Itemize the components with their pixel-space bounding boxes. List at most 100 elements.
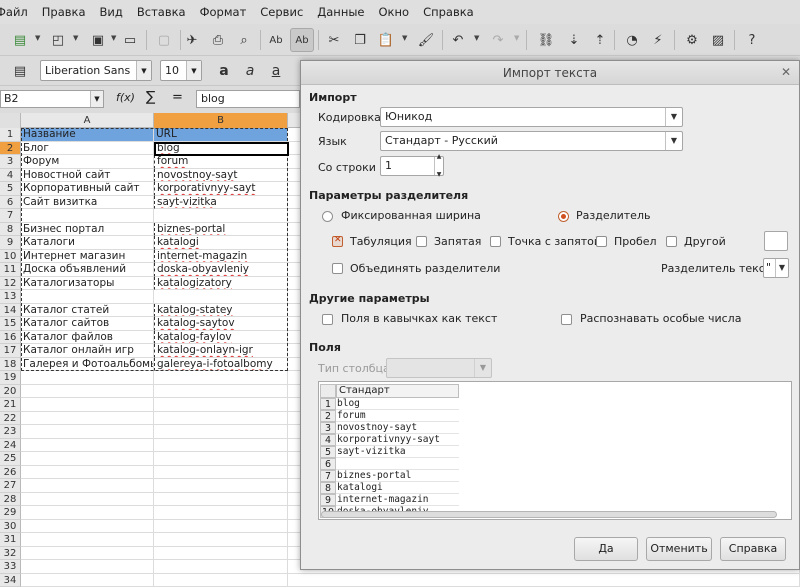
- export-pdf-icon[interactable]: ✈: [180, 28, 204, 52]
- chevron-down-icon[interactable]: ▼: [186, 61, 201, 80]
- cell-name[interactable]: Каталоги: [21, 236, 154, 250]
- cell-url[interactable]: doska-obyavleniy: [154, 263, 288, 277]
- cell-url[interactable]: katalog-onlayn-igr: [154, 344, 288, 358]
- encoding-select[interactable]: Юникод ▼: [380, 107, 683, 127]
- cell-name[interactable]: Новостной сайт: [21, 168, 154, 182]
- cancel-button[interactable]: Отменить: [646, 537, 712, 561]
- image-icon[interactable]: ▨: [706, 28, 730, 52]
- preview-cell[interactable]: [336, 458, 459, 470]
- row-header[interactable]: 17: [0, 344, 21, 358]
- new-dropdown-icon[interactable]: ▼: [35, 34, 40, 42]
- menu-item[interactable]: Правка: [35, 5, 93, 19]
- cell-url[interactable]: [154, 425, 288, 439]
- open-icon[interactable]: ◰: [46, 28, 70, 52]
- preview-cell[interactable]: blog: [336, 398, 459, 410]
- save-dropdown-icon[interactable]: ▼: [111, 34, 116, 42]
- cell-name[interactable]: Каталог онлайн игр: [21, 344, 154, 358]
- chart-icon[interactable]: ◔: [620, 28, 644, 52]
- cell-url[interactable]: novostnoy-sayt: [154, 168, 288, 182]
- cell-name[interactable]: [21, 479, 154, 493]
- cell-name[interactable]: [21, 452, 154, 466]
- preview-row-number[interactable]: 7: [320, 470, 336, 482]
- cell-url[interactable]: [154, 519, 288, 533]
- cell-url[interactable]: katalog-statey: [154, 303, 288, 317]
- cell-url[interactable]: [154, 506, 288, 520]
- cell-url[interactable]: [154, 560, 288, 574]
- from-row-spinner[interactable]: 1 ▲ ▼: [380, 153, 444, 178]
- row-header[interactable]: 8: [0, 222, 21, 236]
- space-checkbox[interactable]: [596, 236, 607, 247]
- edit-mode-icon[interactable]: ▢: [152, 28, 176, 52]
- sort-descending-icon[interactable]: ⇡: [588, 28, 612, 52]
- preview-horizontal-scrollbar[interactable]: [321, 511, 777, 518]
- row-header[interactable]: 33: [0, 560, 21, 574]
- language-select[interactable]: Стандарт - Русский ▼: [380, 131, 683, 151]
- preview-cell[interactable]: forum: [336, 410, 459, 422]
- cell-name[interactable]: Доска объявлений: [21, 263, 154, 277]
- font-size-combo[interactable]: 10 ▼: [160, 60, 202, 81]
- chevron-down-icon[interactable]: ▼: [90, 91, 103, 107]
- row-header[interactable]: 3: [0, 155, 21, 169]
- cell-name[interactable]: Каталог файлов: [21, 330, 154, 344]
- cell-name[interactable]: Интернет магазин: [21, 249, 154, 263]
- paste-icon[interactable]: 📋: [374, 28, 398, 52]
- menu-item[interactable]: Сервис: [253, 5, 310, 19]
- menu-item[interactable]: Формат: [193, 5, 254, 19]
- row-header[interactable]: 19: [0, 371, 21, 385]
- row-header[interactable]: 13: [0, 290, 21, 304]
- formula-icon[interactable]: =: [172, 90, 183, 105]
- preview-cell[interactable]: katalogi: [336, 482, 459, 494]
- menu-item[interactable]: Вставка: [130, 5, 193, 19]
- cell-url[interactable]: [154, 533, 288, 547]
- row-header[interactable]: 10: [0, 249, 21, 263]
- cell-name[interactable]: Каталогизаторы: [21, 276, 154, 290]
- function-wizard-icon[interactable]: f(x): [116, 91, 135, 104]
- detect-special-numbers-checkbox[interactable]: [561, 314, 572, 325]
- row-header[interactable]: 24: [0, 438, 21, 452]
- cell-url[interactable]: [154, 371, 288, 385]
- cell-url[interactable]: galereya-i-fotoalbomy: [154, 357, 288, 371]
- print-icon[interactable]: ⎙: [206, 28, 230, 52]
- semicolon-checkbox[interactable]: [490, 236, 501, 247]
- cell-name[interactable]: [21, 533, 154, 547]
- cell-url[interactable]: [154, 438, 288, 452]
- cell-url[interactable]: [154, 546, 288, 560]
- new-document-icon[interactable]: ▤: [8, 28, 32, 52]
- row-header[interactable]: 30: [0, 519, 21, 533]
- row-header[interactable]: 12: [0, 276, 21, 290]
- other-input[interactable]: [764, 231, 788, 251]
- cell-url[interactable]: katalog-saytov: [154, 317, 288, 331]
- select-all-corner[interactable]: [0, 113, 21, 128]
- cell-url[interactable]: [154, 209, 288, 223]
- column-header-b[interactable]: B: [154, 113, 288, 128]
- navigator-icon[interactable]: ⚡: [646, 28, 670, 52]
- menu-item[interactable]: Данные: [310, 5, 371, 19]
- preview-cell[interactable]: novostnoy-sayt: [336, 422, 459, 434]
- preview-row-number[interactable]: 8: [320, 482, 336, 494]
- chevron-down-icon[interactable]: ▼: [474, 359, 491, 377]
- row-header[interactable]: 28: [0, 492, 21, 506]
- cell-name[interactable]: Форум: [21, 155, 154, 169]
- row-header[interactable]: 14: [0, 303, 21, 317]
- cell-url[interactable]: [154, 479, 288, 493]
- row-header[interactable]: 5: [0, 182, 21, 196]
- cell-name[interactable]: [21, 371, 154, 385]
- sort-ascending-icon[interactable]: ⇣: [562, 28, 586, 52]
- column-type-select[interactable]: ▼: [386, 358, 492, 378]
- paste-dropdown-icon[interactable]: ▼: [402, 34, 407, 42]
- cell-url[interactable]: [154, 573, 288, 587]
- cell-name[interactable]: [21, 560, 154, 574]
- undo-icon[interactable]: ↶: [446, 28, 470, 52]
- cell-url[interactable]: [154, 290, 288, 304]
- preview-row-number[interactable]: 3: [320, 422, 336, 434]
- cell-name[interactable]: [21, 492, 154, 506]
- row-header[interactable]: 31: [0, 533, 21, 547]
- chevron-down-icon[interactable]: ▼: [775, 259, 788, 277]
- cell-name[interactable]: [21, 411, 154, 425]
- preview-row-number[interactable]: 5: [320, 446, 336, 458]
- text-delimiter-select[interactable]: " ▼: [763, 258, 789, 278]
- cell-url[interactable]: forum: [154, 155, 288, 169]
- ok-button[interactable]: Да: [574, 537, 638, 561]
- chevron-down-icon[interactable]: ▼: [665, 132, 682, 150]
- cell-url[interactable]: katalogi: [154, 236, 288, 250]
